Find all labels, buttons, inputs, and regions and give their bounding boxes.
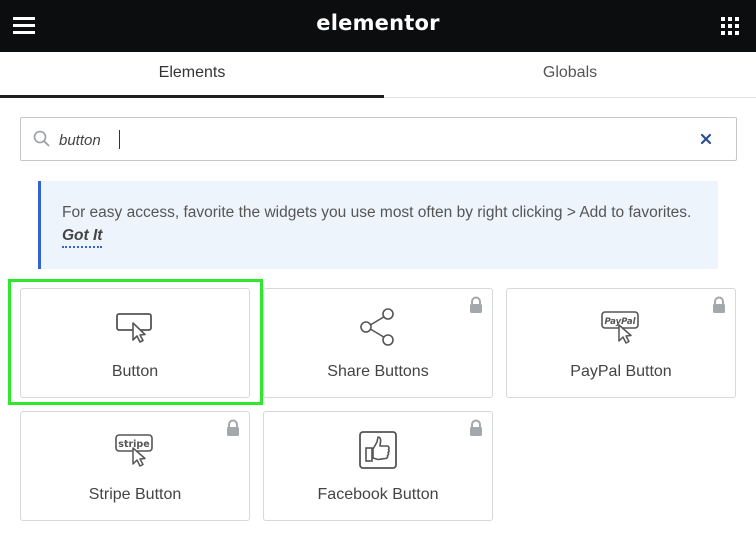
widget-card-share-buttons[interactable]: Share Buttons — [263, 288, 493, 398]
widget-label: Share Buttons — [327, 363, 429, 380]
widget-label: PayPal Button — [570, 363, 672, 380]
active-tab-indicator — [0, 95, 384, 98]
widget-label: Button — [111, 363, 159, 380]
notice-text: For easy access, favorite the widgets yo… — [62, 204, 692, 221]
facebook-like-icon — [264, 430, 492, 470]
tab-globals[interactable]: Globals — [384, 52, 756, 98]
widget-card-paypal-button[interactable]: PayPal PayPal Button — [506, 288, 736, 398]
elementor-logo: elementor — [316, 11, 440, 35]
widget-card-facebook-button[interactable]: Facebook Button — [263, 411, 493, 521]
tab-elements[interactable]: Elements — [0, 52, 384, 98]
panel-tabs: Elements Globals — [0, 52, 756, 98]
search-icon — [33, 130, 51, 153]
top-bar: elementor — [0, 0, 756, 52]
favorites-notice: For easy access, favorite the widgets yo… — [38, 181, 718, 269]
text-cursor — [119, 130, 120, 149]
share-icon — [264, 307, 492, 347]
widget-label: Stripe Button — [88, 486, 182, 503]
widget-card-button[interactable]: Button — [20, 288, 250, 398]
stripe-button-icon: stripe — [21, 430, 249, 470]
widget-label: Facebook Button — [317, 486, 439, 503]
widget-card-stripe-button[interactable]: stripe Stripe Button — [20, 411, 250, 521]
grid-apps-icon[interactable] — [720, 16, 740, 36]
widget-search — [20, 117, 737, 161]
search-input[interactable] — [59, 129, 659, 151]
got-it-link[interactable]: Got It — [62, 227, 103, 248]
button-pointer-icon — [21, 307, 249, 347]
paypal-button-icon: PayPal — [507, 307, 735, 347]
close-icon[interactable] — [698, 131, 714, 147]
